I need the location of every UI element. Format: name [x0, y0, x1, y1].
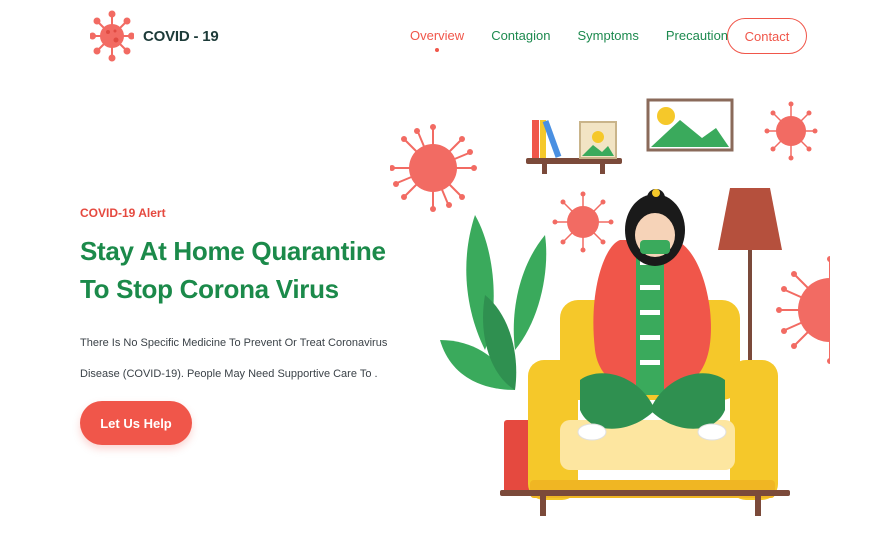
hero-content: COVID-19 Alert Stay At Home Quarantine T…	[80, 206, 420, 390]
nav-item-precautions[interactable]: Precautions	[666, 28, 735, 43]
nav-item-symptoms[interactable]: Symptoms	[577, 28, 638, 43]
hero-title: Stay At Home Quarantine To Stop Corona V…	[80, 232, 420, 308]
hero-description: There Is No Specific Medicine To Prevent…	[80, 328, 390, 390]
virus-icon-large-left	[390, 124, 477, 212]
virus-icon-small-center	[552, 191, 614, 253]
alert-label: COVID-19 Alert	[80, 206, 166, 220]
wall-picture-frame	[646, 98, 734, 152]
nav-item-contagion[interactable]: Contagion	[491, 28, 550, 43]
virus-icon-right-edge	[776, 256, 830, 364]
virus-logo-icon	[90, 10, 134, 62]
hero-description-line-1: There Is No Specific Medicine To Prevent…	[80, 337, 388, 349]
woman-on-sofa-illustration	[390, 98, 830, 516]
virus-icon-top-right	[764, 101, 818, 161]
hero-title-line-1: Stay At Home Quarantine	[80, 236, 386, 266]
nav-item-overview[interactable]: Overview	[410, 28, 464, 52]
site-header: COVID - 19 Overview Contagion Symptoms P…	[0, 0, 895, 75]
main-nav: Overview Contagion Symptoms Precautions	[410, 28, 762, 52]
hero-title-line-2: To Stop Corona Virus	[80, 274, 339, 304]
let-us-help-button[interactable]: Let Us Help	[80, 401, 192, 445]
woman-figure	[577, 189, 727, 441]
logo[interactable]: COVID - 19	[90, 10, 219, 62]
wall-shelf	[526, 120, 622, 174]
hero-description-line-2: Disease (COVID-19). People May Need Supp…	[80, 368, 378, 380]
contact-button[interactable]: Contact	[727, 18, 807, 54]
logo-text: COVID - 19	[143, 27, 219, 45]
